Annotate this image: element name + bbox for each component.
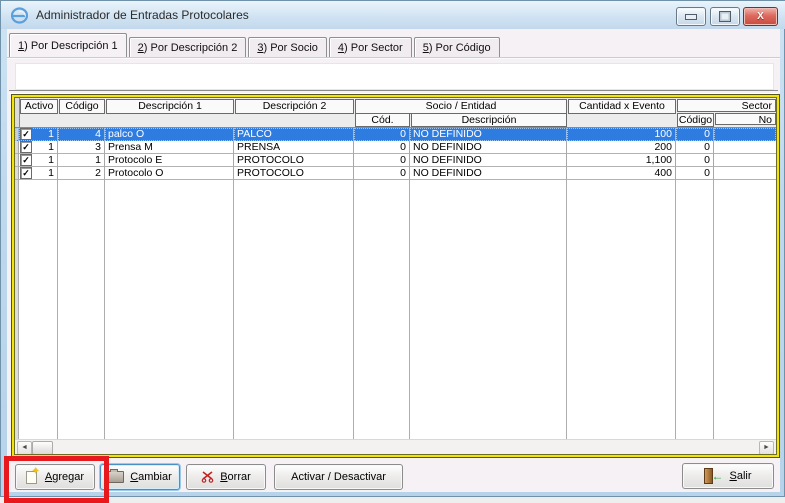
app-window: Administrador de Entradas Protocolares X… [0,0,785,497]
restore-button[interactable] [710,7,740,26]
minimize-button[interactable] [676,7,706,26]
header-cantidad-evento[interactable]: Cantidad x Evento [568,99,676,114]
minimize-icon [685,14,697,20]
entries-table: Activo Código Descripción 1 Descripción … [11,94,780,458]
folder-icon [108,471,124,483]
salir-button[interactable]: ← Salir [682,463,774,489]
app-icon [11,7,28,24]
agregar-button-label: Agregar [45,471,84,483]
table-row[interactable]: ✓14palco OPALCO0NO DEFINIDO1000 [15,128,776,141]
scroll-right-icon[interactable]: ► [759,441,774,455]
activo-checkbox[interactable]: ✓ [20,154,32,166]
header-socio-cod[interactable]: Cód. [355,113,410,127]
tab-1[interactable]: 1) Por Descripción 1 [9,33,127,57]
cambiar-button[interactable]: Cambiar [100,464,180,490]
scissors-icon [201,471,214,483]
borrar-button-label: Borrar [220,471,251,483]
cambiar-button-label: Cambiar [130,471,172,483]
table-row[interactable]: ✓12Protocolo OPROTOCOLO0NO DEFINIDO4000 [15,167,776,180]
tab-5[interactable]: 5) Por Código [414,37,500,57]
table-row[interactable]: ✓11Protocolo EPROTOCOLO0NO DEFINIDO1,100… [15,154,776,167]
activar-desactivar-button-label: Activar / Desactivar [291,471,386,483]
client-area: 1) Por Descripción 12) Por Descripción 2… [7,29,780,492]
tab-bar: 1) Por Descripción 12) Por Descripción 2… [9,34,502,57]
activar-desactivar-button[interactable]: Activar / Desactivar [274,464,403,490]
salir-button-label: Salir [729,470,751,482]
borrar-button[interactable]: Borrar [186,464,266,490]
activo-checkbox[interactable]: ✓ [20,141,32,153]
header-codigo[interactable]: Código [59,99,105,114]
header-descripcion-2[interactable]: Descripción 2 [235,99,354,114]
tab-4[interactable]: 4) Por Sector [329,37,412,57]
table-body: ✓14palco OPALCO0NO DEFINIDO1000✓13Prensa… [15,128,776,180]
activo-checkbox[interactable]: ✓ [20,167,32,179]
restore-icon [719,11,731,22]
horizontal-scrollbar[interactable]: ◄ ► [15,439,776,454]
exit-door-icon: ← [704,468,723,484]
header-sector[interactable]: Sector [677,99,776,112]
tab-3[interactable]: 3) Por Socio [248,37,327,57]
close-button[interactable]: X [743,7,778,26]
header-socio-descripcion[interactable]: Descripción [411,113,567,127]
scroll-left-icon[interactable]: ◄ [17,441,32,455]
table-row[interactable]: ✓13Prensa MPRENSA0NO DEFINIDO2000 [15,141,776,154]
header-activo[interactable]: Activo [20,99,58,114]
header-socio-entidad[interactable]: Socio / Entidad [355,99,567,114]
new-page-icon: ✦ [26,470,39,484]
title-bar: Administrador de Entradas Protocolares [1,1,785,29]
window-title: Administrador de Entradas Protocolares [36,8,249,22]
table-header: Activo Código Descripción 1 Descripción … [15,98,776,128]
scrollbar-thumb[interactable] [32,441,53,455]
filter-box[interactable] [15,63,774,90]
tab-divider [7,57,780,59]
agregar-button[interactable]: ✦ Agregar [15,464,95,490]
header-descripcion-1[interactable]: Descripción 1 [106,99,234,114]
header-sector-no[interactable]: No [715,113,776,125]
activo-checkbox[interactable]: ✓ [20,128,32,140]
close-icon: X [757,12,764,22]
table-empty-area [15,180,776,439]
header-sector-codigo[interactable]: Código [677,113,714,127]
tab-2[interactable]: 2) Por Descripción 2 [129,37,247,57]
